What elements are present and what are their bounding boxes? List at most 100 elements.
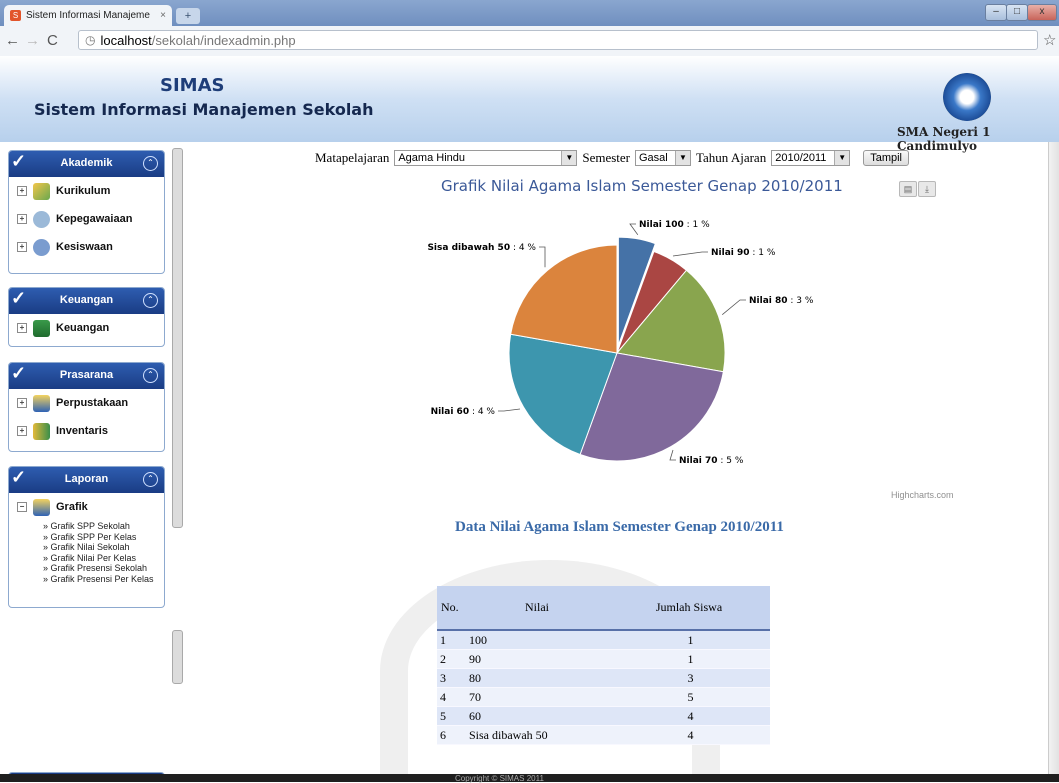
chart-credit[interactable]: Highcharts.com (891, 490, 954, 500)
sidebar-item-keuangan[interactable]: + Keuangan (9, 314, 164, 342)
panel-akademik: ✓ Akademik ⌃ + Kurikulum + Kepegawaiaan … (8, 150, 165, 274)
label-connector (721, 299, 746, 316)
browser-tab[interactable]: S Sistem Informasi Manajeme × (4, 5, 172, 26)
table-row: 2 90 1 (437, 649, 770, 669)
library-icon (33, 394, 50, 412)
tab-close-icon[interactable]: × (160, 10, 166, 21)
download-icon[interactable]: ⤓ (918, 181, 936, 197)
link-grafik-nilai-sekolah[interactable]: » Grafik Nilai Sekolah (43, 542, 164, 553)
semester-label: Semester (582, 150, 630, 165)
bookmark-star-icon[interactable]: ☆ (1043, 31, 1056, 49)
chart-icon (33, 498, 50, 516)
expand-icon[interactable]: + (17, 323, 27, 333)
sidebar-item-kurikulum[interactable]: + Kurikulum (9, 177, 164, 205)
col-nilai: Nilai (466, 586, 608, 631)
link-grafik-presensi-per-kelas[interactable]: » Grafik Presensi Per Kelas (43, 574, 164, 585)
mapel-label: Matapelajaran (315, 150, 390, 165)
panel-title: Keuangan (59, 294, 114, 306)
mapel-select[interactable]: Agama Hindu ▼ (394, 150, 578, 166)
panel-header[interactable]: ✓ Prasarana ⌃ (9, 363, 164, 389)
label-connector (672, 251, 708, 257)
link-grafik-spp-per-kelas[interactable]: » Grafik SPP Per Kelas (43, 532, 164, 543)
sidebar-item-inventaris[interactable]: + Inventaris (9, 417, 164, 445)
cell-no: 1 (437, 630, 466, 650)
grafik-links: » Grafik SPP Sekolah » Grafik SPP Per Ke… (9, 521, 164, 584)
collapse-icon[interactable]: ⌃ (143, 156, 158, 171)
sidebar-item-perpustakaan[interactable]: + Perpustakaan (9, 389, 164, 417)
site-brand: SIMAS (160, 75, 225, 96)
chart-title: Grafik Nilai Agama Islam Semester Genap … (441, 177, 843, 195)
expand-icon[interactable]: + (17, 398, 27, 408)
sidebar-item-grafik[interactable]: − Grafik (9, 493, 164, 521)
cell-jumlah: 1 (608, 630, 770, 650)
cell-nilai: 100 (466, 630, 608, 650)
tahun-select[interactable]: 2010/2011 ▼ (771, 150, 851, 166)
page-scrollbar[interactable] (1048, 142, 1059, 782)
new-tab-button[interactable]: + (176, 8, 200, 24)
link-grafik-presensi-sekolah[interactable]: » Grafik Presensi Sekolah (43, 563, 164, 574)
pie-label-category: Nilai 60 (431, 407, 470, 417)
pie-label-percent: : 1 % (684, 220, 710, 230)
maximize-button[interactable]: □ (1006, 4, 1028, 21)
expand-icon[interactable]: + (17, 242, 27, 252)
table-row: 4 70 5 (437, 687, 770, 707)
panel-keuangan: ✓ Keuangan ⌃ + Keuangan (8, 287, 165, 347)
sidebar-item-kesiswaan[interactable]: + Kesiswaan (9, 233, 164, 261)
collapse-icon[interactable]: ⌃ (143, 293, 158, 308)
table-row: 5 60 4 (437, 706, 770, 726)
pie-label: Nilai 100 : 1 % (639, 220, 710, 230)
site-header: SIMAS Sistem Informasi Manajemen Sekolah… (0, 56, 1059, 153)
minimize-button[interactable]: – (985, 4, 1007, 21)
pie-label-percent: : 1 % (750, 248, 776, 258)
school-name: SMA Negeri 1 Candimulyo (897, 125, 991, 153)
sidebar-item-label: Kepegawaiaan (56, 213, 133, 225)
pie-label-percent: : 4 % (469, 407, 495, 417)
collapse-icon[interactable]: ⌃ (143, 472, 158, 487)
sidebar-scroll-thumb[interactable] (172, 148, 183, 528)
link-grafik-spp-sekolah[interactable]: » Grafik SPP Sekolah (43, 521, 164, 532)
collapse-icon[interactable]: ⌃ (143, 368, 158, 383)
panel-header[interactable]: ✓ Keuangan ⌃ (9, 288, 164, 314)
reload-icon[interactable]: C (47, 32, 58, 49)
page-info-icon: ◷ (85, 33, 96, 47)
sidebar-item-label: Grafik (56, 501, 88, 513)
sidebar-item-kepegawaiaan[interactable]: + Kepegawaiaan (9, 205, 164, 233)
cell-jumlah: 3 (608, 668, 770, 688)
label-connector (629, 223, 639, 236)
pie-label-category: Nilai 90 (711, 248, 750, 258)
tampil-button[interactable]: Tampil (863, 150, 910, 166)
collapse-tree-icon[interactable]: − (17, 502, 27, 512)
label-connector (539, 246, 546, 268)
pie-label-category: Sisa dibawah 50 (427, 243, 510, 253)
staff-icon (33, 210, 50, 228)
expand-icon[interactable]: + (17, 186, 27, 196)
cell-nilai: Sisa dibawah 50 (466, 725, 608, 745)
table-row: 1 100 1 (437, 630, 770, 650)
chevron-down-icon: ▼ (675, 151, 690, 165)
label-connector (669, 449, 676, 461)
close-window-button[interactable]: x (1027, 4, 1057, 21)
student-icon (33, 238, 50, 256)
semester-select[interactable]: Gasal ▼ (635, 150, 691, 166)
sidebar-item-label: Kesiswaan (56, 241, 113, 253)
table-title: Data Nilai Agama Islam Semester Genap 20… (455, 519, 784, 535)
print-icon[interactable]: ▤ (899, 181, 917, 197)
link-grafik-nilai-per-kelas[interactable]: » Grafik Nilai Per Kelas (43, 553, 164, 564)
sidebar-scroll-thumb-lower[interactable] (172, 630, 183, 684)
pie-label-category: Nilai 70 (679, 456, 718, 466)
panel-header[interactable]: ✓ Laporan ⌃ (9, 467, 164, 493)
panel-laporan: ✓ Laporan ⌃ − Grafik » Grafik SPP Sekola… (8, 466, 165, 608)
label-connector (498, 408, 521, 412)
back-icon[interactable]: ← (5, 32, 20, 49)
address-bar[interactable]: ◷ localhost/sekolah/indexadmin.php (78, 30, 1038, 50)
col-jumlah: Jumlah Siswa (608, 586, 770, 631)
table-row: 6 Sisa dibawah 50 4 (437, 725, 770, 745)
pie-slice[interactable] (510, 244, 618, 354)
pie-label-percent: : 5 % (718, 456, 744, 466)
expand-icon[interactable]: + (17, 426, 27, 436)
panel-header[interactable]: ✓ Akademik ⌃ (9, 151, 164, 177)
expand-icon[interactable]: + (17, 214, 27, 224)
pie-label: Nilai 60 : 4 % (431, 407, 496, 417)
forward-icon[interactable]: → (25, 32, 40, 49)
pie-label: Sisa dibawah 50 : 4 % (427, 243, 536, 253)
